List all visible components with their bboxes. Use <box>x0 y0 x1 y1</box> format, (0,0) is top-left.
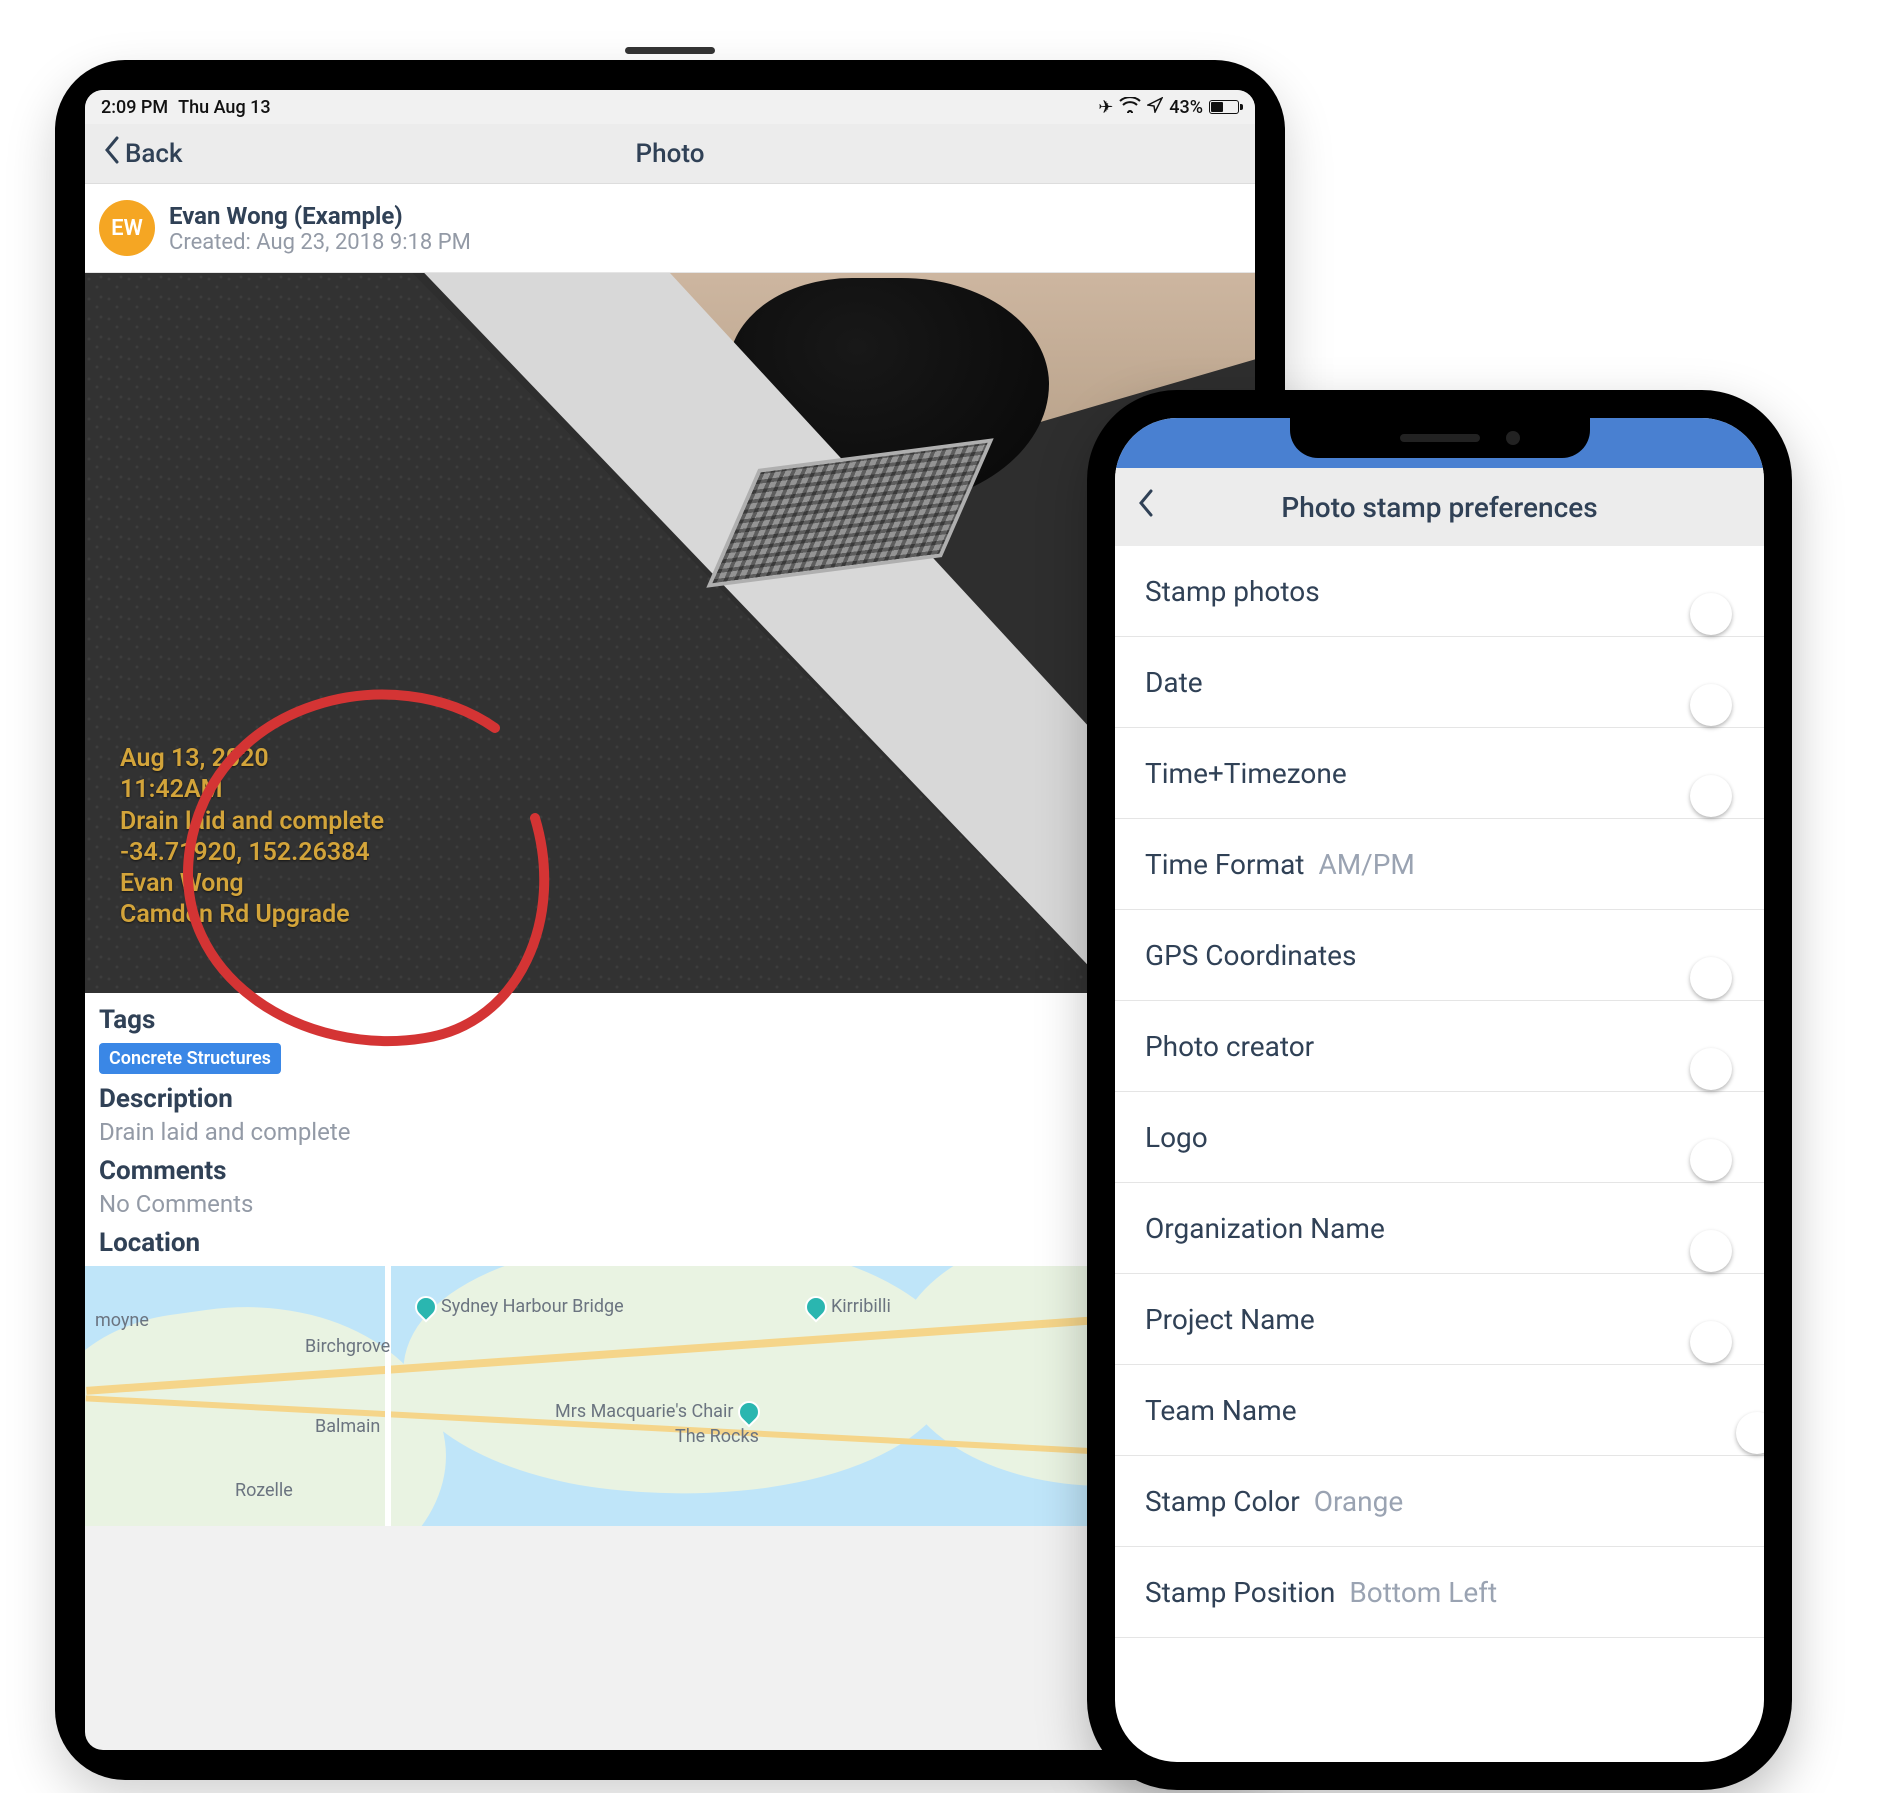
page-title: Photo <box>636 139 705 169</box>
description-value: Drain laid and complete <box>99 1118 1241 1146</box>
stamp-desc: Drain laid and complete <box>120 806 384 837</box>
stamp-project: Camden Rd Upgrade <box>120 899 384 930</box>
poi-icon <box>733 1397 764 1428</box>
pref-label: Team Name <box>1145 1394 1297 1427</box>
nav-bar: Back Photo <box>85 124 1255 184</box>
back-button[interactable]: Back <box>103 136 183 171</box>
pref-row-date[interactable]: Date <box>1115 637 1764 728</box>
pref-row-logo[interactable]: Logo <box>1115 1092 1764 1183</box>
pref-row-project-name[interactable]: Project Name <box>1115 1274 1764 1365</box>
battery-percent: 43% <box>1169 97 1203 118</box>
photo[interactable]: Aug 13, 2020 11:42AM Drain laid and comp… <box>85 273 1255 993</box>
photo-stamp-text: Aug 13, 2020 11:42AM Drain laid and comp… <box>120 743 384 931</box>
back-label: Back <box>125 139 183 169</box>
pref-label: Stamp Position <box>1145 1576 1335 1609</box>
pref-value: Orange <box>1314 1485 1403 1518</box>
pref-row-organization-name[interactable]: Organization Name <box>1115 1183 1764 1274</box>
map-label-chair: Mrs Macquarie's Chair <box>555 1401 764 1423</box>
location-heading: Location <box>99 1228 1241 1258</box>
map-label-bridge: Sydney Harbour Bridge <box>415 1296 624 1318</box>
pref-row-stamp-color[interactable]: Stamp Color Orange <box>1115 1456 1764 1547</box>
stamp-date: Aug 13, 2020 <box>120 743 384 774</box>
pref-row-team-name[interactable]: Team Name <box>1115 1365 1764 1456</box>
pref-label: Logo <box>1145 1121 1208 1154</box>
stamp-gps: -34.71920, 152.26384 <box>120 837 384 868</box>
page-title: Photo stamp preferences <box>1281 491 1597 524</box>
tags-heading: Tags <box>99 1005 1241 1035</box>
chevron-left-icon <box>103 136 121 171</box>
pref-label: Time Format <box>1145 848 1304 881</box>
preferences-list: Stamp photos Date Time+Timezone Time Format… <box>1115 546 1764 1762</box>
status-bar: 2:09 PM Thu Aug 13 ✈ 43% <box>85 90 1255 124</box>
pref-label: Project Name <box>1145 1303 1315 1336</box>
map-label-kirribilli: Kirribilli <box>805 1296 891 1318</box>
pref-row-time-timezone[interactable]: Time+Timezone <box>1115 728 1764 819</box>
pref-label: Photo creator <box>1145 1030 1314 1063</box>
wifi-icon <box>1119 97 1141 118</box>
comments-value: No Comments <box>99 1190 1241 1218</box>
map-road <box>385 1266 391 1526</box>
poi-icon <box>800 1292 831 1323</box>
pref-label: Stamp Color <box>1145 1485 1300 1518</box>
author-bar: EW Evan Wong (Example) Created: Aug 23, … <box>85 184 1255 273</box>
status-time: 2:09 PM <box>101 97 168 118</box>
stamp-time: 11:42AM <box>120 774 384 805</box>
location-icon <box>1147 97 1163 118</box>
back-button[interactable] <box>1137 488 1155 526</box>
map-label-birchgrove: Birchgrove <box>305 1336 390 1357</box>
pref-label: Organization Name <box>1145 1212 1385 1245</box>
pref-value: AM/PM <box>1318 848 1414 881</box>
pref-row-gps-coordinates[interactable]: GPS Coordinates <box>1115 910 1764 1001</box>
map-label-rocks: The Rocks <box>675 1426 759 1447</box>
phone-nav-bar: Photo stamp preferences <box>1115 468 1764 546</box>
phone-screen: Photo stamp preferences Stamp photos Date… <box>1115 418 1764 1762</box>
created-timestamp: Created: Aug 23, 2018 9:18 PM <box>169 230 471 255</box>
airplane-icon: ✈ <box>1098 97 1113 118</box>
phone-device-frame: Photo stamp preferences Stamp photos Date… <box>1087 390 1792 1790</box>
pref-row-stamp-photos[interactable]: Stamp photos <box>1115 546 1764 637</box>
map-label-moyne: moyne <box>95 1310 149 1331</box>
stamp-creator: Evan Wong <box>120 868 384 899</box>
pref-row-photo-creator[interactable]: Photo creator <box>1115 1001 1764 1092</box>
description-heading: Description <box>99 1084 1241 1114</box>
pref-label: GPS Coordinates <box>1145 939 1356 972</box>
map[interactable]: moyne Birchgrove Balmain Rozelle Sydney … <box>85 1266 1255 1526</box>
pref-label: Stamp photos <box>1145 575 1320 608</box>
poi-icon <box>410 1292 441 1323</box>
phone-notch <box>1290 418 1590 458</box>
meta-section: Tags Concrete Structures Description Dra… <box>85 993 1255 1266</box>
map-label-rozelle: Rozelle <box>235 1480 293 1501</box>
avatar: EW <box>99 200 155 256</box>
map-label-balmain: Balmain <box>315 1416 380 1437</box>
status-date: Thu Aug 13 <box>178 97 270 118</box>
author-name: Evan Wong (Example) <box>169 202 471 230</box>
tablet-screen: 2:09 PM Thu Aug 13 ✈ 43% Back <box>85 90 1255 1750</box>
tablet-speaker <box>625 47 715 54</box>
pref-row-stamp-position[interactable]: Stamp Position Bottom Left <box>1115 1547 1764 1638</box>
comments-heading: Comments <box>99 1156 1241 1186</box>
pref-row-time-format[interactable]: Time Format AM/PM <box>1115 819 1764 910</box>
pref-label: Date <box>1145 666 1203 699</box>
pref-label: Time+Timezone <box>1145 757 1347 790</box>
battery-icon <box>1209 100 1239 114</box>
pref-value: Bottom Left <box>1349 1576 1497 1609</box>
tag-concrete-structures[interactable]: Concrete Structures <box>99 1043 281 1074</box>
